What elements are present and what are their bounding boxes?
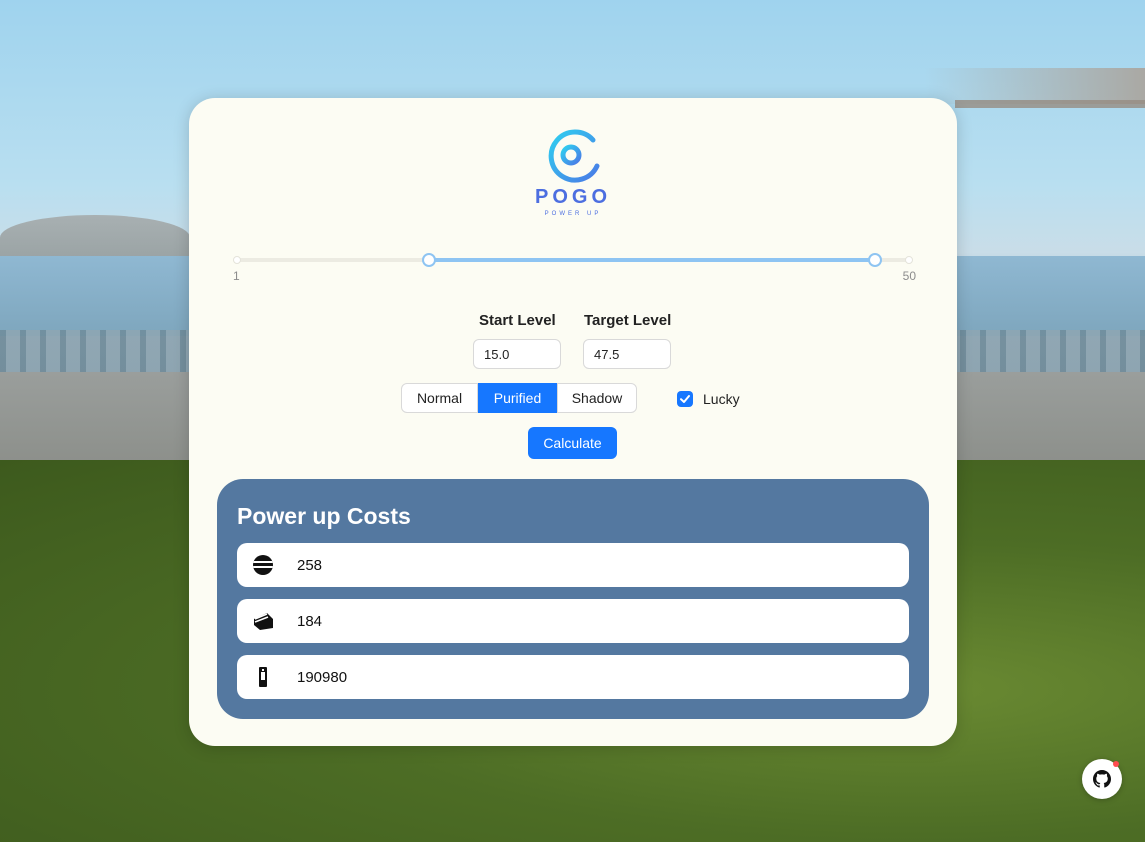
github-button[interactable]	[1082, 759, 1122, 799]
slider-target-handle[interactable]	[867, 253, 882, 267]
power-up-costs-panel: Power up Costs 258 184 190980	[217, 479, 929, 719]
slider-max-label: 50	[902, 269, 916, 283]
calculate-button[interactable]: Calculate	[528, 427, 617, 459]
pokemon-type-selector: Normal Purified Shadow	[401, 383, 637, 415]
candy-xl-cost-value: 184	[297, 612, 323, 630]
calculator-card: POGO POWER UP 1 50 Start Level Target Le…	[189, 98, 957, 746]
type-option-shadow[interactable]: Shadow	[557, 383, 637, 413]
lucky-label: Lucky	[703, 391, 740, 407]
pokeball-logo-icon	[544, 129, 602, 183]
github-icon	[1093, 770, 1111, 788]
background-bridge	[925, 68, 1145, 104]
cost-row-candy-xl: 184	[237, 599, 909, 643]
background-island	[0, 215, 190, 260]
type-option-label: Shadow	[571, 390, 623, 406]
level-range-slider[interactable]	[233, 253, 913, 267]
slider-max-dot	[905, 256, 913, 264]
checkmark-icon	[680, 395, 690, 403]
stardust-icon	[251, 665, 275, 689]
target-level-label: Target Level	[584, 312, 672, 329]
slider-min-dot	[233, 256, 241, 264]
rare-candy-icon	[251, 553, 275, 577]
candy-cost-value: 258	[297, 556, 323, 574]
notification-dot	[1113, 761, 1119, 767]
stardust-cost-value: 190980	[297, 668, 348, 686]
cost-row-stardust: 190980	[237, 655, 909, 699]
slider-min-label: 1	[233, 269, 240, 283]
costs-title: Power up Costs	[237, 503, 411, 529]
logo-title: POGO	[534, 186, 611, 208]
lucky-toggle[interactable]: Lucky	[677, 391, 740, 407]
type-option-label: Normal	[416, 390, 463, 406]
slider-selected-range	[429, 258, 875, 262]
start-level-label: Start Level	[479, 312, 556, 329]
type-option-label: Purified	[493, 390, 542, 406]
type-option-normal[interactable]: Normal	[401, 383, 478, 413]
target-level-input[interactable]	[583, 339, 671, 369]
slider-start-handle[interactable]	[422, 253, 436, 267]
lucky-checkbox[interactable]	[677, 391, 693, 407]
start-level-input[interactable]	[473, 339, 561, 369]
cost-row-candy: 258	[237, 543, 909, 587]
candy-xl-icon	[251, 609, 275, 633]
app-logo: POGO POWER UP	[189, 126, 957, 217]
background-bridge-deck	[955, 100, 1145, 108]
type-option-purified[interactable]: Purified	[478, 383, 557, 413]
logo-subtitle: POWER UP	[544, 211, 602, 217]
